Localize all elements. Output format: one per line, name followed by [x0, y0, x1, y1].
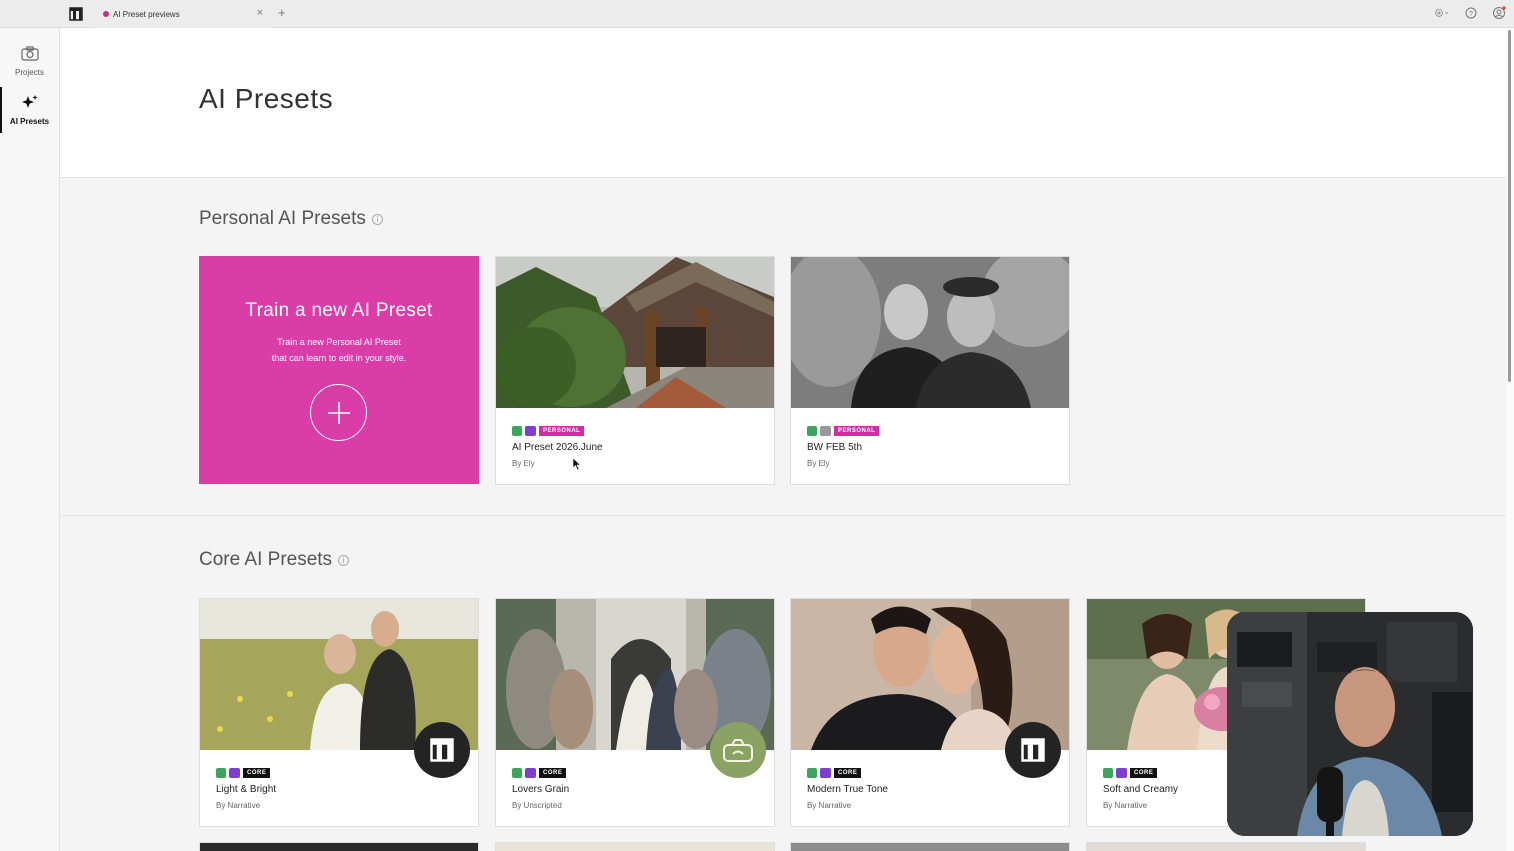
core-badge: CORE [243, 768, 271, 778]
section-title-text: Core AI Presets [199, 549, 333, 570]
svg-text:?: ? [1469, 11, 1473, 18]
core-badge: CORE [1130, 768, 1158, 778]
preset-card-partial[interactable] [790, 842, 1070, 851]
core-badge: CORE [834, 768, 862, 778]
download-icon [216, 768, 226, 778]
add-menu-icon[interactable] [1435, 5, 1450, 20]
download-icon [1103, 768, 1113, 778]
preset-name: Light & Bright [216, 784, 277, 795]
scrollbar-thumb[interactable] [1508, 30, 1511, 382]
preset-card-meta: CORE Light & Bright By Narrative [200, 722, 478, 826]
preset-name: Lovers Grain [512, 784, 570, 795]
tab-label: AI Preset previews [113, 9, 180, 19]
page-header: AI Presets [60, 28, 1506, 178]
preset-card-meta: CORE Lovers Grain By Unscripted [496, 722, 774, 826]
tab-ai-preset-previews[interactable]: AI Preset previews × [94, 0, 270, 28]
preset-author: By Ely [807, 459, 830, 468]
preset-card-meta: PERSONAL BW FEB 5th By Ely [791, 408, 1069, 484]
core-section-title: Core AI Presets i [199, 549, 350, 571]
unscripted-logo-icon [710, 722, 766, 778]
preset-author: By Unscripted [512, 801, 562, 810]
download-icon [807, 426, 817, 436]
preset-card-meta: PERSONAL AI Preset 2026.June By Ely [496, 408, 774, 484]
preset-author: By Narrative [807, 801, 852, 810]
info-icon[interactable]: i [371, 213, 383, 225]
preset-card-meta: CORE Modern True Tone By Narrative [791, 722, 1069, 826]
section-title-text: Personal AI Presets [199, 208, 366, 229]
train-card-title: Train a new AI Preset [245, 300, 433, 321]
close-tab-icon[interactable]: × [257, 7, 263, 19]
preset-thumbnail [496, 257, 774, 408]
personal-badge: PERSONAL [539, 426, 585, 436]
preset-card-lovers-grain[interactable]: CORE Lovers Grain By Unscripted [495, 598, 775, 827]
train-card-subtitle-line1: Train a new Personal AI Preset [277, 337, 401, 347]
plus-icon [327, 401, 350, 424]
window-titlebar: AI Preset previews × + ? [0, 0, 1514, 28]
preset-card-partial[interactable] [495, 842, 775, 851]
section-divider [60, 515, 1506, 516]
sparkle-icon [21, 94, 39, 115]
preset-name: Modern True Tone [807, 784, 888, 795]
preset-card-partial[interactable] [1086, 842, 1366, 851]
download-icon [512, 768, 522, 778]
toggle-icon [525, 426, 536, 436]
toggle-icon [229, 768, 240, 778]
preset-thumbnail [791, 257, 1069, 408]
narrative-logo-icon [414, 722, 470, 778]
preset-card-ai-preset-2026-june[interactable]: PERSONAL AI Preset 2026.June By Ely [495, 256, 775, 485]
tab-status-dot [103, 11, 109, 17]
narrative-logo-icon [1005, 722, 1061, 778]
sidebar-item-label: Projects [15, 67, 44, 77]
preset-author: By Ely [512, 459, 535, 468]
preset-card-light-and-bright[interactable]: CORE Light & Bright By Narrative [199, 598, 479, 827]
core-badge: CORE [539, 768, 567, 778]
sidebar: Projects AI Presets [0, 28, 60, 851]
download-icon [807, 768, 817, 778]
personal-section-title: Personal AI Presets i [199, 208, 383, 230]
add-preset-button[interactable] [310, 384, 367, 441]
narrative-logo-icon[interactable] [60, 0, 92, 28]
help-icon[interactable]: ? [1463, 5, 1478, 20]
mouse-cursor-icon [572, 457, 582, 471]
sidebar-item-ai-presets[interactable]: AI Presets [0, 87, 59, 133]
preset-card-bw-feb-5th[interactable]: PERSONAL BW FEB 5th By Ely [790, 256, 1070, 485]
preset-card-partial[interactable] [199, 842, 479, 851]
vertical-scrollbar[interactable] [1506, 28, 1514, 851]
toggle-icon [1116, 768, 1127, 778]
sidebar-item-projects[interactable]: Projects [0, 38, 59, 84]
toggle-icon [820, 768, 831, 778]
account-icon[interactable] [1491, 5, 1506, 20]
download-icon [512, 426, 522, 436]
preset-author: By Narrative [216, 801, 261, 810]
preset-card-modern-true-tone[interactable]: CORE Modern True Tone By Narrative [790, 598, 1070, 827]
train-card-subtitle: Train a new Personal AI Preset that can … [199, 334, 479, 366]
personal-badge: PERSONAL [834, 426, 880, 436]
page-title: AI Presets [199, 83, 334, 114]
toggle-icon [525, 768, 536, 778]
train-card-subtitle-line2: that can learn to edit in your style. [271, 353, 407, 363]
toggle-icon [820, 426, 831, 436]
new-tab-button[interactable]: + [278, 5, 286, 20]
sidebar-item-label: AI Presets [9, 117, 50, 126]
preset-name: BW FEB 5th [807, 442, 863, 453]
info-icon[interactable]: i [338, 554, 350, 566]
preset-name: AI Preset 2026.June [512, 442, 603, 453]
webcam-overlay [1227, 612, 1473, 836]
train-new-preset-card[interactable]: Train a new AI Preset Train a new Person… [199, 256, 479, 484]
camera-icon [20, 45, 39, 66]
